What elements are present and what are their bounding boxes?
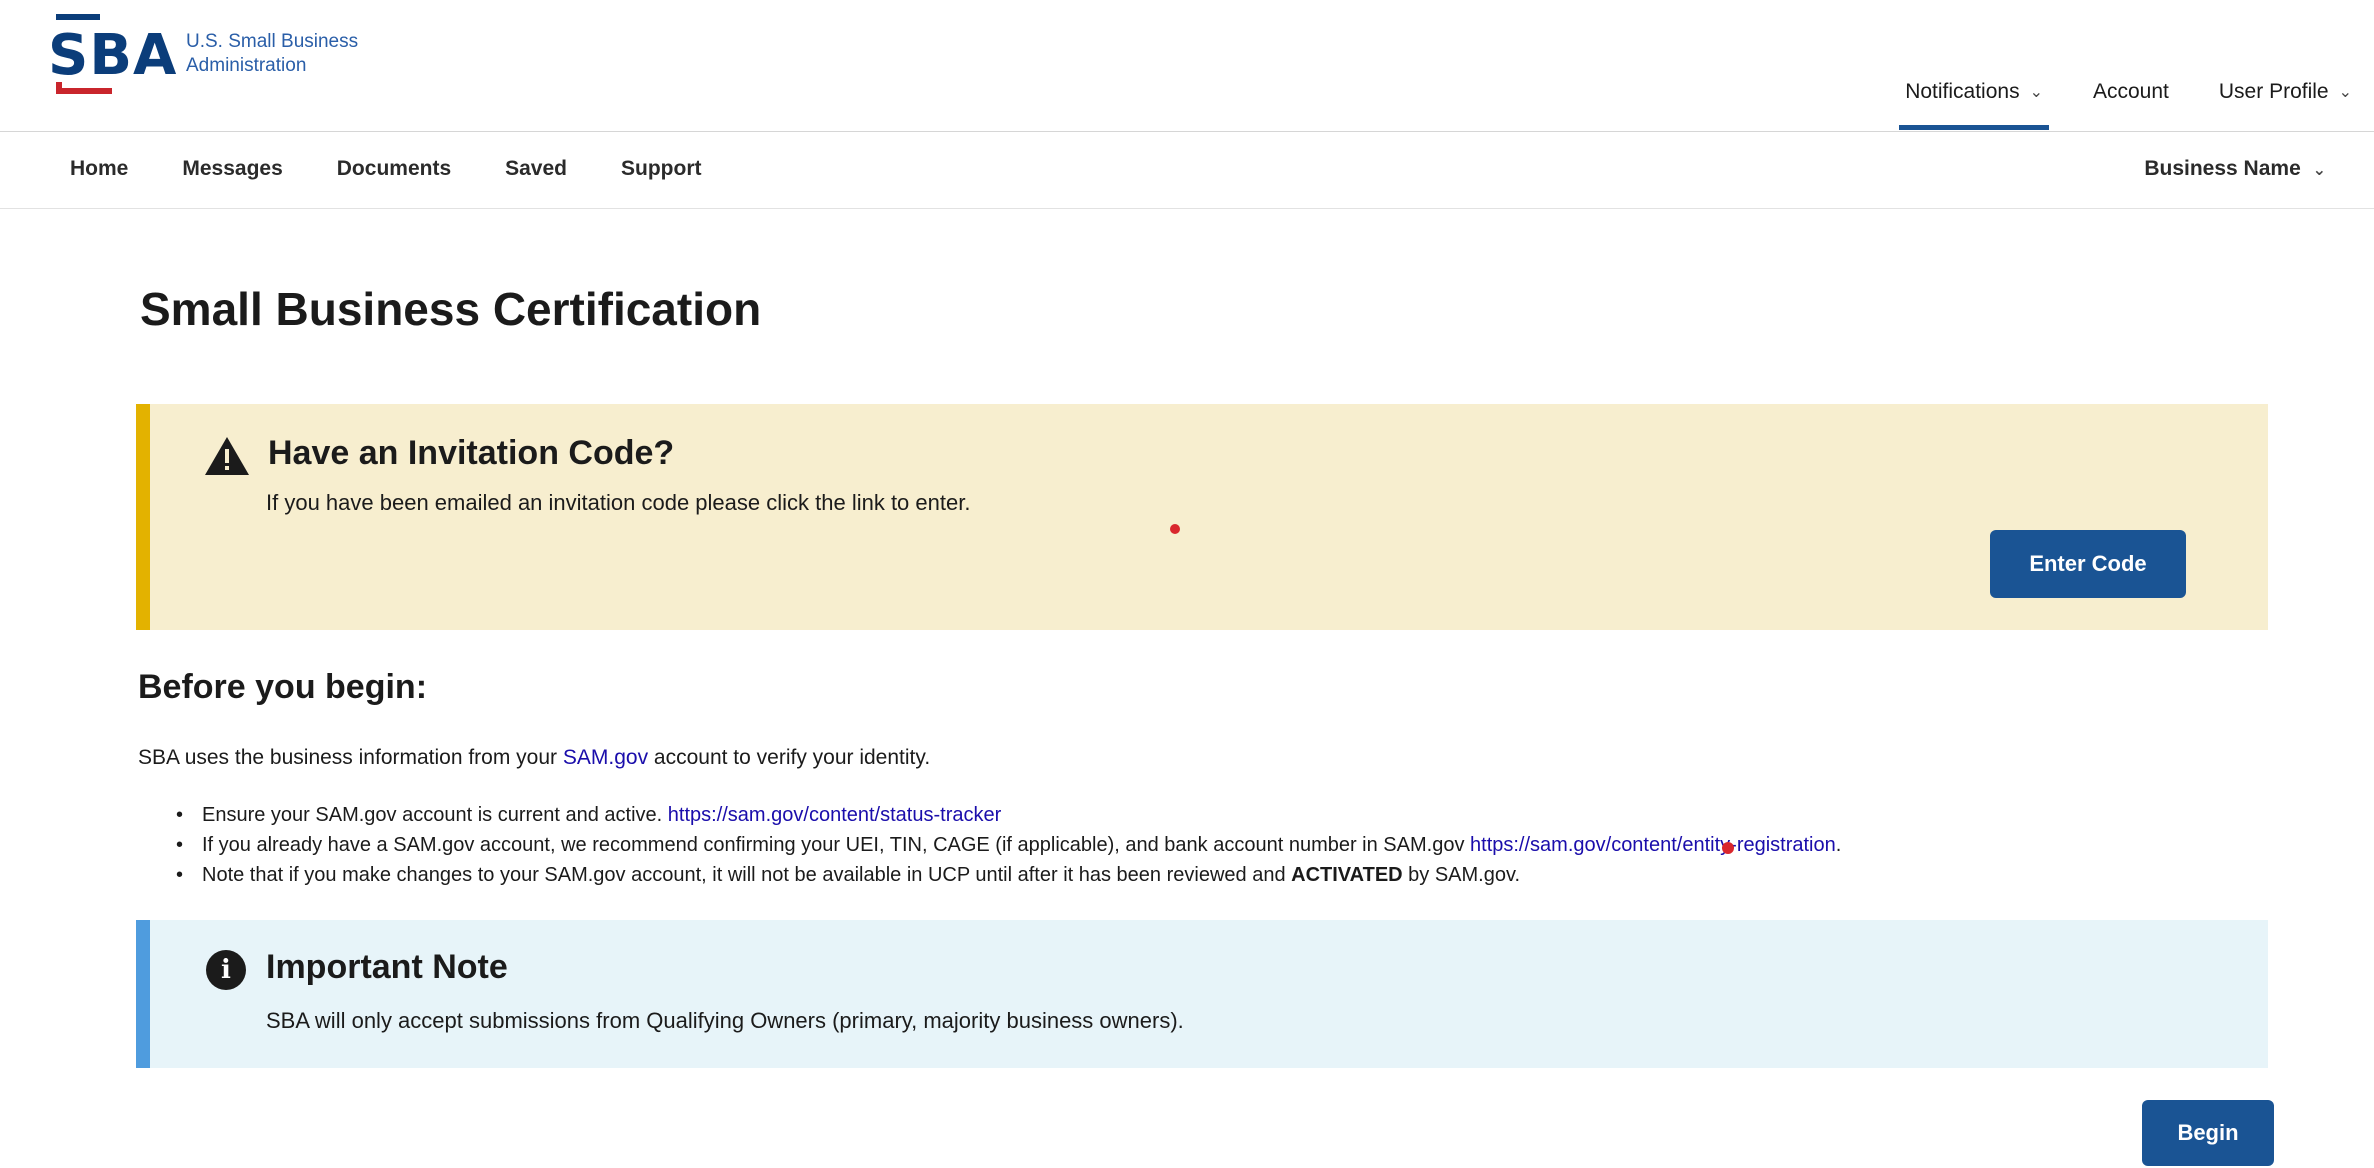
top-nav: Notifications ⌄ Account User Profile ⌄ [1855, 68, 2352, 130]
subnav-support[interactable]: Support [621, 157, 701, 181]
sba-logo[interactable]: SBA U.S. Small Business Administration [48, 14, 358, 96]
secondary-nav: Home Messages Documents Saved Support Bu… [0, 133, 2374, 209]
bullet-text: Note that if you make changes to your SA… [202, 864, 1292, 886]
cursor-marker [1170, 524, 1180, 534]
bullet-text: Ensure your SAM.gov account is current a… [202, 804, 668, 826]
important-note-heading: Important Note [266, 948, 508, 986]
page-title: Small Business Certification [140, 283, 762, 335]
begin-button[interactable]: Begin [2142, 1100, 2274, 1166]
agency-name-line1: U.S. Small Business [186, 31, 359, 52]
sba-logo-mark: SBA [48, 14, 176, 96]
agency-name-line2: Administration [186, 55, 307, 76]
invitation-alert-heading: Have an Invitation Code? [268, 434, 675, 472]
important-note-alert: i Important Note SBA will only accept su… [136, 920, 2268, 1068]
logo-letters: SBA [48, 23, 178, 88]
bullet-suffix: . [1835, 834, 1842, 856]
chevron-down-icon: ⌄ [2312, 162, 2326, 179]
bullet-suffix: by SAM.gov. [1402, 864, 1521, 886]
agency-name: U.S. Small Business Administration [186, 30, 358, 78]
important-note-text: SBA will only accept submissions from Qu… [266, 1008, 1184, 1033]
bullet-text: If you already have a SAM.gov account, w… [202, 834, 1471, 856]
sam-gov-link[interactable]: SAM.gov [563, 746, 648, 769]
list-item: Ensure your SAM.gov account is current a… [176, 800, 1841, 830]
before-you-begin-heading: Before you begin: [138, 668, 428, 706]
subnav-messages[interactable]: Messages [182, 157, 282, 181]
nav-user-profile[interactable]: User Profile ⌄ [2219, 68, 2352, 116]
entity-registration-link[interactable]: https://sam.gov/content/entity-registrat… [1470, 834, 1836, 856]
before-intro: SBA uses the business information from y… [138, 746, 930, 770]
cursor-marker [1722, 842, 1734, 854]
nav-account-label: Account [2093, 80, 2169, 103]
subnav-documents[interactable]: Documents [337, 157, 451, 181]
invitation-alert-text: If you have been emailed an invitation c… [266, 490, 971, 515]
intro-suffix: account to verify your identity. [648, 746, 931, 769]
business-name-label: Business Name [2144, 157, 2301, 180]
invitation-code-alert: Have an Invitation Code? If you have bee… [136, 404, 2268, 630]
status-tracker-link[interactable]: https://sam.gov/content/status-tracker [668, 804, 1001, 826]
nav-notifications[interactable]: Notifications ⌄ [1899, 68, 2049, 130]
chevron-down-icon: ⌄ [2029, 84, 2043, 101]
nav-user-profile-label: User Profile [2218, 80, 2329, 103]
business-name-dropdown[interactable]: Business Name ⌄ [2144, 157, 2326, 181]
secondary-nav-links: Home Messages Documents Saved Support [70, 157, 755, 181]
chevron-down-icon: ⌄ [2338, 84, 2352, 101]
nav-notifications-label: Notifications [1905, 80, 2020, 103]
bullet-bold: ACTIVATED [1291, 864, 1403, 886]
list-item: Note that if you make changes to your SA… [176, 860, 1841, 890]
warning-icon [205, 437, 249, 475]
subnav-saved[interactable]: Saved [505, 157, 567, 181]
list-item: If you already have a SAM.gov account, w… [176, 830, 1841, 860]
enter-code-button[interactable]: Enter Code [1990, 530, 2186, 598]
nav-account[interactable]: Account [2093, 68, 2169, 116]
intro-prefix: SBA uses the business information from y… [138, 746, 563, 769]
subnav-home[interactable]: Home [70, 157, 128, 181]
info-icon: i [206, 950, 246, 990]
top-header: SBA U.S. Small Business Administration N… [0, 0, 2374, 132]
logo-bar-bottom [56, 88, 112, 94]
logo-bar-top [56, 14, 100, 20]
before-checklist: Ensure your SAM.gov account is current a… [176, 800, 1841, 890]
